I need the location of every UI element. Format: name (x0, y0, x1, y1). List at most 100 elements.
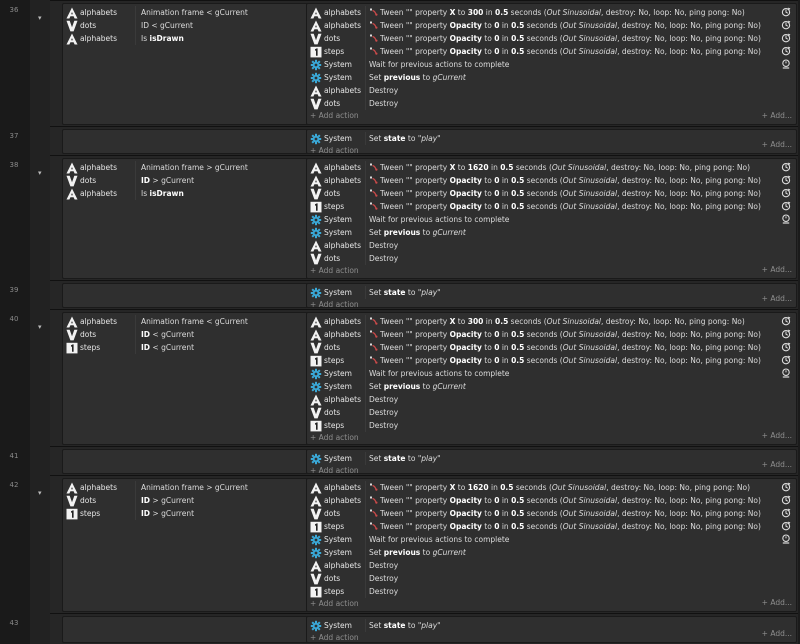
action-text[interactable]: Destroy (369, 559, 398, 572)
action-text[interactable]: Set previous to gCurrent (369, 71, 466, 84)
action-text[interactable]: Tween "" property X to 1620 in 0.5 secon… (369, 481, 750, 494)
object-cell[interactable]: alphabets (310, 315, 361, 328)
conditions-panel[interactable]: alphabets Animation frame < gCurrent dots I… (62, 3, 312, 125)
condition-text[interactable]: Animation frame > gCurrent (141, 161, 248, 174)
actions-panel[interactable]: alphabets Tween "" property X to 300 in 0… (306, 312, 797, 445)
action-text[interactable]: Destroy (369, 97, 398, 110)
object-cell[interactable]: alphabets (310, 174, 361, 187)
object-cell[interactable]: alphabets (310, 328, 361, 341)
action-text[interactable]: Tween "" property Opacity to 0 in 0.5 se… (369, 200, 761, 213)
action-text[interactable]: Tween "" property Opacity to 0 in 0.5 se… (369, 354, 761, 367)
add-more-link[interactable]: + Add... (762, 460, 792, 469)
object-cell[interactable]: alphabets (310, 6, 361, 19)
action-text[interactable]: Tween "" property X to 1620 in 0.5 secon… (369, 161, 750, 174)
tween-finish-icon[interactable] (781, 482, 791, 492)
action-text[interactable]: Set previous to gCurrent (369, 380, 466, 393)
add-more-link[interactable]: + Add... (762, 294, 792, 303)
add-action-link[interactable]: + Add action (310, 432, 359, 443)
collapse-toggle-icon[interactable]: ▾ (38, 14, 46, 22)
wait-timer-icon[interactable] (781, 368, 791, 378)
object-cell[interactable]: alphabets (310, 161, 361, 174)
empty-conditions-panel[interactable] (62, 283, 312, 308)
add-more-link[interactable]: + Add... (762, 111, 792, 120)
action-text[interactable]: Tween "" property X to 300 in 0.5 second… (369, 315, 745, 328)
action-text[interactable]: Destroy (369, 572, 398, 585)
object-cell[interactable]: alphabets (310, 393, 361, 406)
add-action-link[interactable]: + Add action (310, 598, 359, 609)
wait-timer-icon[interactable] (781, 534, 791, 544)
actions-panel[interactable]: alphabets Tween "" property X to 1620 in … (306, 478, 797, 612)
actions-panel[interactable]: System Set state to "play" + Add action + A… (306, 283, 797, 309)
tween-finish-icon[interactable] (781, 342, 791, 352)
wait-timer-icon[interactable] (781, 214, 791, 224)
object-cell[interactable]: System (310, 58, 352, 71)
object-cell[interactable]: alphabets (310, 19, 361, 32)
add-more-link[interactable]: + Add... (762, 265, 792, 274)
tween-finish-icon[interactable] (781, 33, 791, 43)
tween-finish-icon[interactable] (781, 162, 791, 172)
action-text[interactable]: Set previous to gCurrent (369, 226, 466, 239)
empty-conditions-panel[interactable] (62, 449, 312, 474)
action-text[interactable]: Tween "" property Opacity to 0 in 0.5 se… (369, 45, 761, 58)
condition-text[interactable]: ID < gCurrent (141, 341, 194, 354)
object-cell[interactable]: System (310, 619, 352, 632)
action-text[interactable]: Destroy (369, 393, 398, 406)
object-cell[interactable]: dots (310, 572, 340, 585)
object-cell[interactable]: System (310, 132, 352, 145)
object-cell[interactable]: steps (310, 45, 344, 58)
event-block[interactable]: alphabets Animation frame > gCurrent dots I… (50, 155, 798, 280)
collapse-toggle-icon[interactable]: ▾ (38, 169, 46, 177)
collapse-toggle-icon[interactable]: ▾ (38, 489, 46, 497)
tween-finish-icon[interactable] (781, 355, 791, 365)
condition-text[interactable]: Animation frame < gCurrent (141, 315, 248, 328)
condition-text[interactable]: Is isDrawn (141, 32, 184, 45)
object-cell[interactable]: steps (310, 585, 344, 598)
object-cell[interactable]: alphabets (310, 559, 361, 572)
action-text[interactable]: Destroy (369, 585, 398, 598)
object-cell[interactable]: dots (66, 328, 96, 341)
condition-text[interactable]: ID > gCurrent (141, 507, 194, 520)
sub-event[interactable]: System Set state to "play" + Add action + A… (50, 280, 798, 309)
object-cell[interactable]: dots (310, 187, 340, 200)
object-cell[interactable]: System (310, 213, 352, 226)
actions-panel[interactable]: System Set state to "play" + Add action + A… (306, 129, 797, 155)
action-text[interactable]: Tween "" property X to 300 in 0.5 second… (369, 6, 745, 19)
action-text[interactable]: Destroy (369, 84, 398, 97)
event-block[interactable]: alphabets Animation frame > gCurrent dots I… (50, 475, 798, 613)
object-cell[interactable]: alphabets (66, 32, 117, 45)
object-cell[interactable]: alphabets (66, 315, 117, 328)
action-text[interactable]: Destroy (369, 252, 398, 265)
event-block[interactable]: alphabets Animation frame < gCurrent dots I… (50, 309, 798, 446)
action-text[interactable]: Set state to "play" (369, 452, 441, 465)
condition-text[interactable]: ID < gCurrent (141, 328, 194, 341)
action-text[interactable]: Tween "" property Opacity to 0 in 0.5 se… (369, 187, 761, 200)
object-cell[interactable]: alphabets (66, 6, 117, 19)
object-cell[interactable]: alphabets (66, 481, 117, 494)
add-more-link[interactable]: + Add... (762, 598, 792, 607)
tween-finish-icon[interactable] (781, 7, 791, 17)
object-cell[interactable]: steps (310, 354, 344, 367)
action-text[interactable]: Destroy (369, 419, 398, 432)
action-text[interactable]: Tween "" property Opacity to 0 in 0.5 se… (369, 19, 761, 32)
add-action-link[interactable]: + Add action (310, 632, 359, 643)
object-cell[interactable]: alphabets (66, 161, 117, 174)
object-cell[interactable]: dots (310, 97, 340, 110)
actions-panel[interactable]: alphabets Tween "" property X to 1620 in … (306, 158, 797, 279)
event-block[interactable]: alphabets Animation frame < gCurrent dots I… (50, 0, 798, 126)
conditions-panel[interactable]: alphabets Animation frame > gCurrent dots I… (62, 478, 312, 612)
actions-panel[interactable]: System Set state to "play" + Add action + A… (306, 449, 797, 475)
tween-finish-icon[interactable] (781, 20, 791, 30)
add-more-link[interactable]: + Add... (762, 431, 792, 440)
action-text[interactable]: Tween "" property Opacity to 0 in 0.5 se… (369, 32, 761, 45)
object-cell[interactable]: alphabets (310, 481, 361, 494)
action-text[interactable]: Destroy (369, 406, 398, 419)
action-text[interactable]: Tween "" property Opacity to 0 in 0.5 se… (369, 494, 761, 507)
condition-text[interactable]: ID < gCurrent (141, 19, 193, 32)
object-cell[interactable]: dots (66, 19, 96, 32)
object-cell[interactable]: System (310, 286, 352, 299)
add-more-link[interactable]: + Add... (762, 140, 792, 149)
object-cell[interactable]: System (310, 533, 352, 546)
conditions-panel[interactable]: alphabets Animation frame < gCurrent dots I… (62, 312, 312, 445)
action-text[interactable]: Set state to "play" (369, 132, 441, 145)
condition-text[interactable]: Animation frame < gCurrent (141, 6, 248, 19)
